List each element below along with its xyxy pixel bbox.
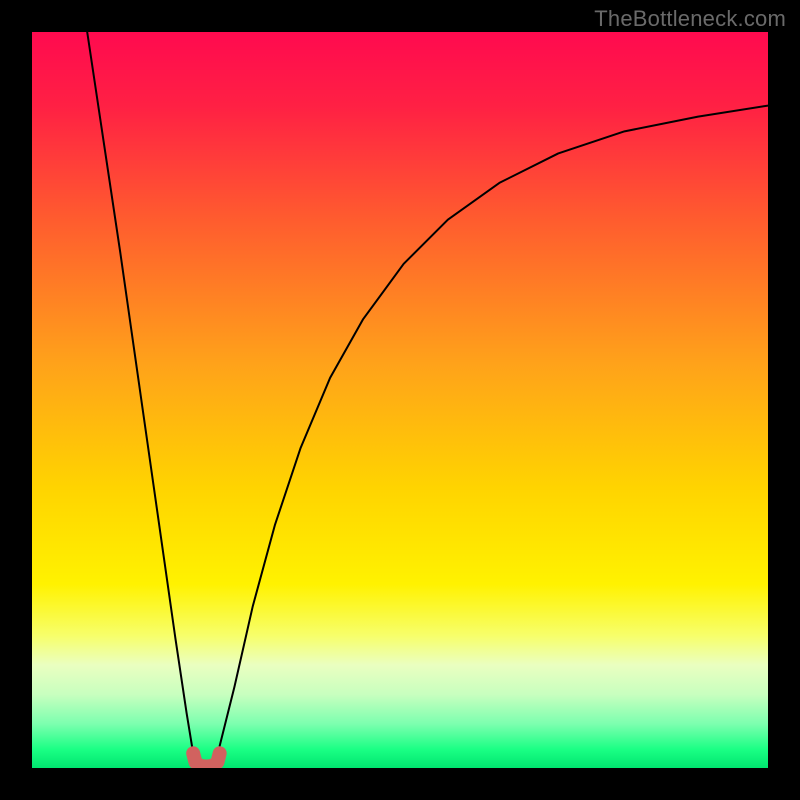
chart-plot-area bbox=[32, 32, 768, 768]
chart-svg bbox=[32, 32, 768, 768]
attribution-text: TheBottleneck.com bbox=[594, 6, 786, 32]
chart-background bbox=[32, 32, 768, 768]
chart-frame: TheBottleneck.com bbox=[0, 0, 800, 800]
